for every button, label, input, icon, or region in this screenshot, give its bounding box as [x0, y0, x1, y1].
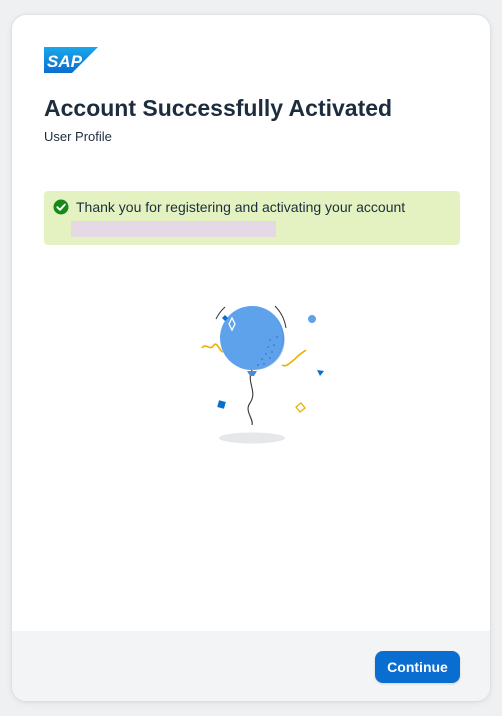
activation-card: SAP Account Successfully Activated User … — [12, 15, 490, 701]
redacted-account-text — [71, 221, 276, 237]
success-check-icon — [53, 199, 69, 215]
card-footer: Continue — [12, 631, 490, 701]
success-message-text: Thank you for registering and activating… — [76, 199, 406, 215]
continue-button[interactable]: Continue — [375, 651, 460, 683]
page-subtitle: User Profile — [44, 129, 112, 144]
sap-logo: SAP — [44, 47, 98, 73]
page-title: Account Successfully Activated — [44, 95, 393, 121]
success-message-strip: Thank you for registering and activating… — [44, 191, 460, 245]
balloon-celebration-illustration — [201, 305, 324, 444]
svg-text:SAP: SAP — [47, 52, 83, 71]
